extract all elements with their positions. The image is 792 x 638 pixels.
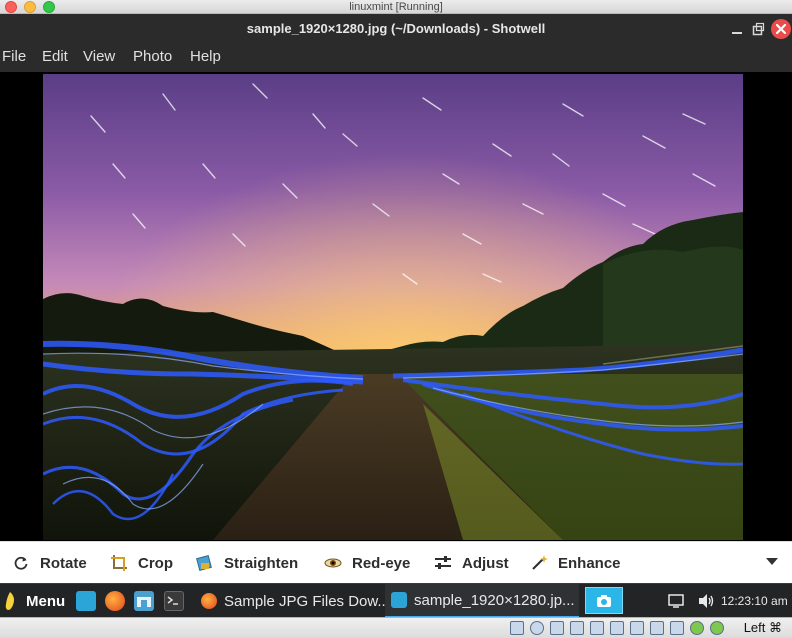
enhance-label: Enhance xyxy=(558,554,621,572)
rotate-button[interactable]: Rotate xyxy=(12,542,87,584)
optical-drive-icon[interactable] xyxy=(530,621,544,635)
red-eye-icon xyxy=(324,554,342,572)
shared-folder-icon[interactable] xyxy=(610,621,624,635)
firefox-icon xyxy=(201,593,217,609)
window-list-icon[interactable] xyxy=(668,584,684,618)
task-firefox-label: Sample JPG Files Dow... xyxy=(224,592,385,610)
task-shotwell[interactable]: sample_1920×1280.jp... xyxy=(385,584,579,618)
rotate-label: Rotate xyxy=(40,554,87,572)
red-eye-label: Red-eye xyxy=(352,554,411,572)
menu-photo[interactable]: Photo xyxy=(133,44,172,72)
shotwell-icon xyxy=(391,592,407,608)
menu-view[interactable]: View xyxy=(83,44,115,72)
maximize-icon[interactable] xyxy=(750,21,766,37)
host-window-title: linuxmint [Running] xyxy=(349,1,443,13)
show-desktop-icon[interactable] xyxy=(76,591,96,611)
close-icon[interactable] xyxy=(771,19,791,39)
audio-icon[interactable] xyxy=(550,621,564,635)
app-titlebar: sample_1920×1280.jpg (~/Downloads) - Sho… xyxy=(0,14,792,44)
host-key-label: Left ⌘ xyxy=(743,620,782,635)
usb-icon[interactable] xyxy=(590,621,604,635)
task-firefox[interactable]: Sample JPG Files Dow... xyxy=(195,584,385,618)
menu-help[interactable]: Help xyxy=(190,44,221,72)
display-icon[interactable] xyxy=(630,621,644,635)
chevron-down-icon[interactable] xyxy=(766,558,778,565)
cpu-icon[interactable] xyxy=(670,621,684,635)
edit-toolbar: Rotate Crop Straighten Red-eye Adjust En… xyxy=(0,541,792,583)
enhance-icon xyxy=(530,554,548,572)
photo-image[interactable] xyxy=(43,74,743,540)
crop-label: Crop xyxy=(138,554,173,572)
task-shotwell-label: sample_1920×1280.jp... xyxy=(414,591,575,609)
mint-leaf-icon xyxy=(5,592,14,610)
adjust-label: Adjust xyxy=(462,554,509,572)
keyboard-capture-icon[interactable] xyxy=(710,621,724,635)
recording-icon[interactable] xyxy=(650,621,664,635)
mouse-integration-icon[interactable] xyxy=(690,621,704,635)
menubar: File Edit View Photo Help xyxy=(0,44,792,72)
hard-disk-icon[interactable] xyxy=(510,621,524,635)
menu-edit[interactable]: Edit xyxy=(42,44,68,72)
straighten-label: Straighten xyxy=(224,554,299,572)
enhance-button[interactable]: Enhance xyxy=(530,542,621,584)
adjust-button[interactable]: Adjust xyxy=(434,542,509,584)
vbox-status-bar: Left ⌘ xyxy=(0,617,792,638)
network-icon[interactable] xyxy=(570,621,584,635)
window-title: sample_1920×1280.jpg (~/Downloads) - Sho… xyxy=(246,21,546,36)
terminal-icon[interactable] xyxy=(164,591,184,611)
rotate-icon xyxy=(12,554,30,572)
crop-button[interactable]: Crop xyxy=(110,542,173,584)
straighten-icon xyxy=(196,554,214,572)
volume-icon[interactable] xyxy=(697,584,715,618)
adjust-icon xyxy=(434,554,452,572)
photo-viewer[interactable] xyxy=(0,72,792,541)
red-eye-button[interactable]: Red-eye xyxy=(324,542,410,584)
crop-icon xyxy=(110,554,128,572)
menu-file[interactable]: File xyxy=(2,44,26,72)
host-window-titlebar: linuxmint [Running] xyxy=(0,0,792,14)
files-icon[interactable] xyxy=(134,591,154,611)
taskbar: Menu Sample JPG Files Dow... sample_1920… xyxy=(0,583,792,618)
firefox-icon[interactable] xyxy=(105,591,125,611)
start-menu-label: Menu xyxy=(26,592,66,610)
straighten-button[interactable]: Straighten xyxy=(196,542,298,584)
start-menu-button[interactable]: Menu xyxy=(2,584,65,618)
clock[interactable]: 12:23:10 am xyxy=(721,584,788,618)
minimize-icon[interactable] xyxy=(729,21,745,37)
window-preview-button[interactable] xyxy=(585,587,623,614)
